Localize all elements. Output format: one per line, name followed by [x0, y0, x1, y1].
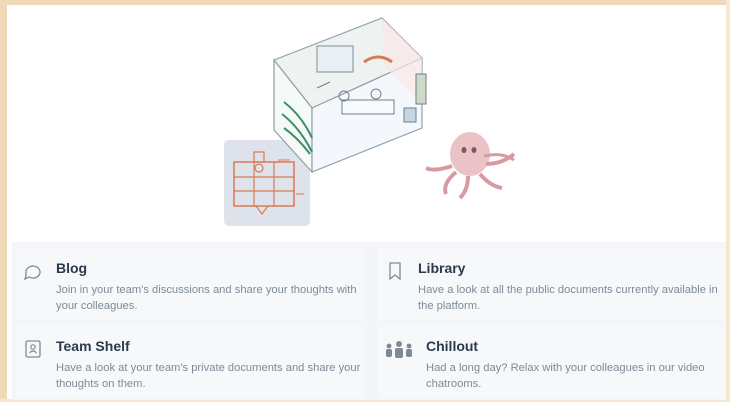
- feature-card-team-shelf[interactable]: Team Shelf Have a look at your team's pr…: [16, 326, 364, 398]
- people-group-icon: [384, 340, 414, 362]
- frame-top: [0, 0, 730, 5]
- feature-desc: Had a long day? Relax with your colleagu…: [426, 362, 705, 390]
- feature-desc: Join in your team's discussions and shar…: [56, 284, 357, 312]
- feature-title: Chillout: [426, 338, 479, 354]
- chat-bubble-icon: [22, 260, 44, 282]
- feature-title: Library: [418, 260, 466, 276]
- contact-card-icon: [22, 338, 44, 360]
- bookmark-icon: [384, 260, 406, 282]
- frame-right: [726, 0, 730, 402]
- feature-card-blog[interactable]: Blog Join in your team's discussions and…: [16, 248, 364, 320]
- feature-card-chillout[interactable]: Chillout Had a long day? Relax with your…: [378, 326, 726, 398]
- feature-desc: Have a look at your team's private docum…: [56, 362, 361, 390]
- feature-desc: Have a look at all the public documents …: [418, 284, 718, 312]
- hero-illustration-svg: [224, 17, 516, 226]
- frame-left: [0, 0, 7, 402]
- room-sketch: [273, 17, 427, 174]
- feature-card-library[interactable]: Library Have a look at all the public do…: [378, 248, 726, 320]
- octopus-sketch: [425, 132, 516, 200]
- feature-title: Team Shelf: [56, 338, 130, 354]
- hero-illustration: [12, 10, 726, 242]
- feature-title: Blog: [56, 260, 88, 276]
- feature-grid: Blog Join in your team's discussions and…: [12, 242, 726, 400]
